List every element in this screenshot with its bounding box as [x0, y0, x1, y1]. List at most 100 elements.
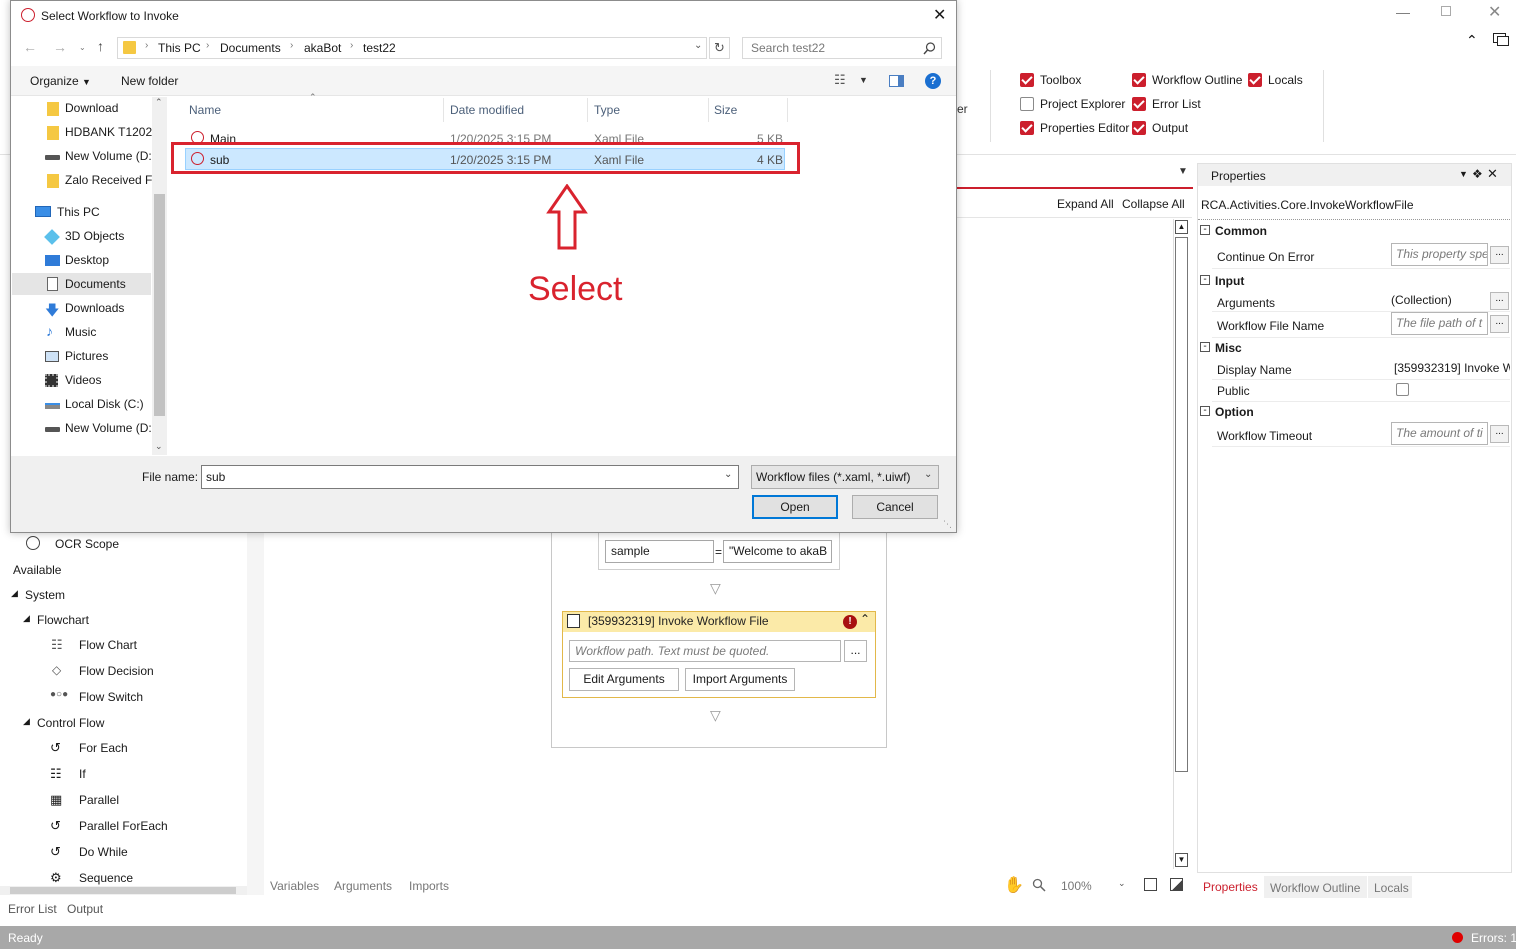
close-properties-icon[interactable]: ✕ [1487, 166, 1498, 182]
expand-control-flow-icon[interactable]: ◢ [23, 716, 30, 727]
toolbox-category-available[interactable]: Available [13, 563, 61, 577]
output-checkbox[interactable] [1132, 121, 1146, 135]
edit-arguments-button[interactable]: Edit Arguments [569, 668, 679, 691]
nav-scrollbar[interactable]: ⌃ ⌄ [152, 97, 167, 455]
refresh-button[interactable]: ↻ [709, 37, 730, 59]
locals-tab[interactable]: Locals [1374, 881, 1409, 895]
workflow-outline-tab[interactable]: Workflow Outline [1270, 881, 1360, 895]
assign-right-field[interactable]: "Welcome to akaB [723, 540, 832, 563]
toolbox-item-flow-switch[interactable]: Flow Switch [79, 690, 143, 704]
workflow-path-input[interactable]: Workflow path. Text must be quoted. [569, 640, 841, 662]
breadcrumb-documents[interactable]: Documents [220, 41, 281, 55]
display-name-field[interactable]: [359932319] Invoke W [1391, 358, 1510, 378]
file-name-dropdown-icon[interactable]: ⌄ [724, 469, 732, 480]
nav-item-new-volume-d-2[interactable]: New Volume (D: [65, 417, 152, 439]
collapse-option-icon[interactable]: - [1200, 406, 1210, 416]
imports-tab[interactable]: Imports [409, 879, 449, 893]
toolbox-item-do-while[interactable]: Do While [79, 845, 128, 859]
workflow-timeout-button[interactable]: ... [1490, 425, 1509, 443]
breadcrumb-this-pc[interactable]: This PC [158, 41, 201, 55]
designer-scrollbar[interactable]: ▲ ▼ [1173, 219, 1188, 869]
preview-pane-icon[interactable] [889, 75, 904, 87]
properties-editor-checkbox[interactable] [1020, 121, 1034, 135]
toolbox-item-sequence[interactable]: Sequence [79, 871, 133, 885]
nav-item-local-disk-c[interactable]: Local Disk (C:) [65, 393, 144, 415]
collapse-common-icon[interactable]: - [1200, 225, 1210, 235]
column-header-type[interactable]: Type [594, 103, 620, 117]
expand-flowchart-icon[interactable]: ◢ [23, 613, 30, 624]
output-tab[interactable]: Output [67, 902, 103, 916]
toolbox-item-ocr-scope[interactable]: OCR Scope [55, 537, 119, 551]
properties-tab[interactable]: Properties [1203, 880, 1258, 894]
address-dropdown-icon[interactable]: ⌄ [694, 40, 702, 51]
nav-item-zalo[interactable]: Zalo Received Fi [65, 169, 152, 191]
breadcrumb-test22[interactable]: test22 [363, 41, 396, 55]
fit-to-screen-icon[interactable] [1144, 878, 1157, 891]
close-window-icon[interactable]: ✕ [1488, 2, 1501, 22]
nav-scroll-up[interactable]: ⌃ [155, 97, 163, 108]
search-box[interactable]: Search test22 [742, 37, 942, 59]
back-arrow-icon[interactable]: ← [23, 39, 37, 55]
new-folder-button[interactable]: New folder [121, 74, 178, 88]
arguments-button[interactable]: ... [1490, 292, 1509, 310]
dialog-close-icon[interactable]: ✕ [933, 5, 946, 25]
overview-icon[interactable] [1170, 878, 1183, 891]
workflow-timeout-field[interactable]: The amount of ti [1391, 422, 1488, 445]
nav-item-downloads[interactable]: Downloads [65, 297, 124, 319]
error-list-tab[interactable]: Error List [8, 902, 57, 916]
zoom-search-icon[interactable] [1032, 878, 1046, 895]
nav-item-pictures[interactable]: Pictures [65, 345, 108, 367]
scroll-up-arrow[interactable]: ▲ [1175, 220, 1188, 234]
column-header-size[interactable]: Size [714, 103, 737, 117]
cancel-button[interactable]: Cancel [852, 495, 938, 519]
continue-on-error-field[interactable]: This property spe [1391, 243, 1488, 266]
forward-arrow-icon[interactable]: → [53, 39, 67, 55]
search-icon[interactable] [923, 42, 936, 58]
resize-grip-icon[interactable]: ⋱ [943, 519, 952, 530]
toolbox-category-flowchart[interactable]: Flowchart [37, 613, 89, 627]
error-indicator-icon[interactable]: ! [843, 615, 857, 629]
toolbox-item-flow-chart[interactable]: Flow Chart [79, 638, 137, 652]
scroll-thumb[interactable] [1175, 237, 1188, 772]
toolbox-checkbox[interactable] [1020, 73, 1034, 87]
minimize-icon[interactable]: — [1396, 4, 1410, 20]
collapse-misc-icon[interactable]: - [1200, 342, 1210, 352]
open-button[interactable]: Open [752, 495, 838, 519]
view-dropdown-icon[interactable]: ▼ [859, 75, 868, 85]
arguments-tab[interactable]: Arguments [334, 879, 392, 893]
nav-item-hdbank[interactable]: HDBANK T12025 [65, 121, 152, 143]
error-count[interactable]: Errors: 1 [1471, 931, 1516, 945]
toolbox-item-flow-decision[interactable]: Flow Decision [79, 664, 154, 678]
workflow-file-name-field[interactable]: The file path of t [1391, 312, 1488, 335]
locals-checkbox[interactable] [1248, 73, 1262, 87]
error-list-checkbox[interactable] [1132, 97, 1146, 111]
view-options-icon[interactable]: ☷ [834, 72, 846, 88]
toolbox-scroll-thumb[interactable] [10, 887, 236, 894]
designer-dropdown-icon[interactable]: ▼ [1178, 166, 1188, 177]
toolbox-scrollbar[interactable] [0, 886, 247, 895]
collapse-all-link[interactable]: Collapse All [1122, 197, 1185, 211]
help-icon[interactable]: ? [925, 73, 941, 89]
nav-item-music[interactable]: Music [65, 321, 96, 343]
nav-scroll-thumb[interactable] [154, 194, 165, 416]
recent-dropdown-icon[interactable]: ⌄ [79, 43, 86, 52]
expand-all-link[interactable]: Expand All [1057, 197, 1114, 211]
file-name-input[interactable]: sub [201, 465, 739, 489]
expand-system-icon[interactable]: ◢ [11, 588, 18, 599]
nav-item-videos[interactable]: Videos [65, 369, 101, 391]
toolbox-item-parallel[interactable]: Parallel [79, 793, 119, 807]
nav-item-new-volume-d[interactable]: New Volume (D: [65, 145, 152, 167]
assign-left-field[interactable]: sample [605, 540, 714, 563]
nav-item-3d-objects[interactable]: 3D Objects [65, 225, 124, 247]
toolbox-category-control-flow[interactable]: Control Flow [37, 716, 104, 730]
collapse-ribbon-icon[interactable]: ⌃ [1466, 32, 1478, 49]
column-header-date[interactable]: Date modified [450, 103, 524, 117]
collapse-activity-icon[interactable]: ⌃ [860, 612, 870, 626]
scroll-down-arrow[interactable]: ▼ [1175, 853, 1188, 867]
toolbox-item-if[interactable]: If [79, 767, 86, 781]
import-arguments-button[interactable]: Import Arguments [685, 668, 795, 691]
feedback-icon[interactable] [1493, 33, 1509, 50]
workflow-path-browse-button[interactable]: ... [844, 640, 867, 662]
workflow-outline-checkbox[interactable] [1132, 73, 1146, 87]
toolbox-item-parallel-foreach[interactable]: Parallel ForEach [79, 819, 168, 833]
